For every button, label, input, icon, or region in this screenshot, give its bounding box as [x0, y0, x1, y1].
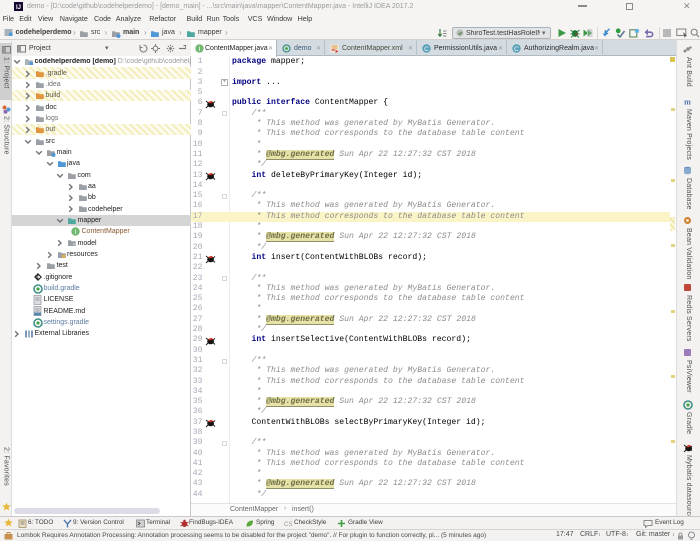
- svg-text:CS: CS: [284, 522, 292, 528]
- svg-text:m: m: [684, 98, 691, 107]
- svg-text:C: C: [514, 46, 519, 53]
- svg-text:C: C: [424, 46, 429, 53]
- svg-text:I: I: [199, 46, 201, 53]
- svg-text:IJ: IJ: [16, 5, 21, 11]
- svg-text:I: I: [75, 229, 77, 236]
